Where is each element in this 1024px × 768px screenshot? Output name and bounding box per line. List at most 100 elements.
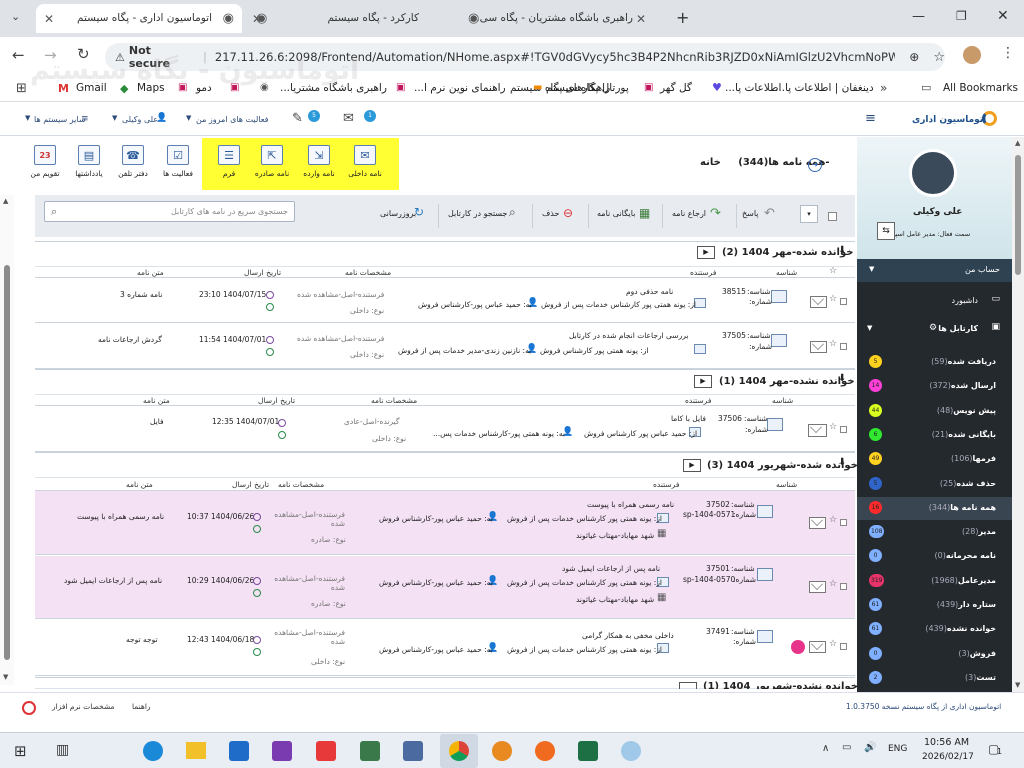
internal-letter-button[interactable]: ✉ نامه داخلی <box>343 145 387 178</box>
play-icon[interactable]: ▶ <box>683 459 701 472</box>
collapse-icon[interactable]: ⬇ <box>838 245 846 256</box>
outgoing-letter-button[interactable]: ⇱ نامه صادره <box>250 145 294 178</box>
kartabl-item[interactable]: نامه محرمانه(0) 0 <box>857 545 1012 568</box>
star-icon[interactable]: ☆ <box>829 579 837 589</box>
row-checkbox[interactable] <box>840 643 847 650</box>
avatar[interactable] <box>909 149 957 197</box>
play-icon[interactable] <box>679 682 697 689</box>
close-window-icon[interactable]: ✕ <box>997 8 1009 24</box>
arrow-circle-icon[interactable]: ➜ <box>808 158 822 172</box>
new-tab-button[interactable]: + <box>676 8 689 27</box>
language-indicator[interactable]: ENG <box>888 744 907 754</box>
firefox-icon[interactable] <box>535 741 555 761</box>
excel-icon[interactable] <box>578 741 598 761</box>
content-scrollbar[interactable]: ▲ ▼ <box>0 195 14 685</box>
letter-subject[interactable]: فایل با کاما <box>671 414 706 423</box>
edge-icon[interactable] <box>143 741 163 761</box>
specs-link[interactable]: مشخصات نرم افزار <box>52 702 115 711</box>
close-icon[interactable]: ✕ <box>44 12 54 26</box>
clock-date[interactable]: 2026/02/17 <box>922 752 974 762</box>
letter-subject[interactable]: داخلی مخفی به همکار گرامی <box>582 631 674 640</box>
more-bookmarks-icon[interactable]: » <box>880 81 887 95</box>
bookmark-portal[interactable]: پورتال پگاه سیستم <box>546 82 629 94</box>
chevron-up-icon[interactable]: ∧ <box>822 743 829 754</box>
letter-subject[interactable]: نامه رسمی همراه با پیوست <box>587 500 674 509</box>
delete-button[interactable]: حذف <box>542 209 559 218</box>
app-icon[interactable] <box>403 741 423 761</box>
row-checkbox[interactable] <box>840 583 847 590</box>
scroll-thumb[interactable] <box>1015 155 1021 275</box>
kartabl-item[interactable]: مدیر(28) 108 <box>857 521 1012 544</box>
row-checkbox[interactable] <box>840 298 847 305</box>
letter-search-icon[interactable] <box>757 568 773 581</box>
letter-subject[interactable]: نامه پس از ارجاعات ایمیل شود <box>562 564 660 573</box>
scroll-down-icon[interactable]: ▼ <box>1015 681 1020 689</box>
zoom-icon[interactable]: ⊕ <box>909 50 919 64</box>
letter-search-icon[interactable] <box>757 505 773 518</box>
volume-icon[interactable]: 🔊 <box>864 742 876 753</box>
kartabl-item[interactable]: ستاره دار(439) 61 <box>857 594 1012 617</box>
back-icon[interactable]: ← <box>12 46 25 64</box>
letter-subject[interactable]: بررسی ارجاعات انجام شده در کارتابل <box>569 331 688 340</box>
star-icon[interactable]: ☆ <box>829 422 837 432</box>
kartabl-item[interactable]: حذف شده(25) 5 <box>857 473 1012 496</box>
incoming-letter-button[interactable]: ⇲ نامه وارده <box>297 145 341 178</box>
play-icon[interactable]: ▶ <box>694 375 712 388</box>
row-checkbox[interactable] <box>840 343 847 350</box>
change-role-icon[interactable]: ⇆ <box>877 222 895 240</box>
dashboard-item[interactable]: داشبورد ▭ <box>857 290 1012 312</box>
tab-karkard[interactable]: ✕ کارکرد - پگاه سیستم ◉ <box>244 4 449 33</box>
restore-icon[interactable]: ❐ <box>956 9 967 23</box>
kartabl-item[interactable]: فروش(3) 0 <box>857 643 1012 666</box>
letter-subject[interactable]: نامه حذفی دوم <box>626 287 673 296</box>
forward-letter-button[interactable]: ارجاع نامه <box>672 209 706 218</box>
letter-search-icon[interactable] <box>767 418 783 431</box>
mail-icon[interactable]: ✉ <box>343 111 354 126</box>
bookmark-novin[interactable]: راهنمای نوین نرم ا... <box>414 82 506 94</box>
network-icon[interactable]: ▭ <box>842 742 851 753</box>
help-link[interactable]: راهنما <box>132 702 151 711</box>
menu-icon[interactable]: ⋮ <box>1001 45 1015 61</box>
clock-time[interactable]: 10:56 AM <box>924 737 969 748</box>
kartabl-item[interactable]: ارسال شده(372) 14 <box>857 375 1012 398</box>
activities-button[interactable]: ☑ فعالیت ها <box>156 145 200 178</box>
bookmark-star-icon[interactable]: ☆ <box>933 50 945 65</box>
apps-icon[interactable]: ⊞ <box>16 81 27 96</box>
paint-icon[interactable] <box>621 741 641 761</box>
kartabl-item[interactable]: بایگانی شده(21) 6 <box>857 424 1012 447</box>
close-icon[interactable]: ✕ <box>636 12 646 26</box>
minimize-icon[interactable]: — <box>912 9 925 24</box>
all-bookmarks[interactable]: All Bookmarks <box>943 82 1018 94</box>
scroll-down-icon[interactable]: ▼ <box>3 673 8 681</box>
user-link[interactable]: علی وکیلی <box>122 115 158 124</box>
scroll-up-icon[interactable]: ▲ <box>3 197 8 205</box>
kartabl-header[interactable]: کارتابل ها ▣ ⚙ ▼ <box>857 318 1012 342</box>
notes-button[interactable]: ▤ یادداشتها <box>67 145 111 178</box>
scroll-thumb[interactable] <box>4 265 10 660</box>
reply-button[interactable]: پاسخ <box>742 209 759 218</box>
windows-start-icon[interactable]: ⊞ <box>14 742 27 760</box>
bookmark-dinghan[interactable]: دینغفان | اطلاعات پا... <box>775 82 874 94</box>
sidebar-scrollbar[interactable]: ▲ ▼ <box>1012 137 1024 692</box>
anydesk-icon[interactable] <box>316 741 336 761</box>
profile-avatar[interactable] <box>963 46 981 64</box>
kartabl-item[interactable]: تست(3) 2 <box>857 667 1012 690</box>
home-link[interactable]: خانه <box>700 157 721 168</box>
select-dropdown[interactable]: ▾ <box>800 205 818 223</box>
tab-list-icon[interactable]: ⌄ <box>11 10 20 23</box>
hamburger-icon[interactable]: ≡ <box>865 111 876 126</box>
scroll-up-icon[interactable]: ▲ <box>1015 139 1020 147</box>
tab-automation[interactable]: ✕ اتوماسیون اداری - پگاه سیستم ◉ <box>36 4 242 33</box>
star-icon[interactable]: ☆ <box>829 294 837 304</box>
search-kartabl-button[interactable]: جستجو در کارتابل <box>448 209 507 218</box>
bookmark-info[interactable]: اطلاعات پا... <box>725 82 781 94</box>
form-button[interactable]: ☰ فرم <box>207 145 251 178</box>
play-icon[interactable]: ▶ <box>697 246 715 259</box>
today-activities-link[interactable]: فعالیت های امروز من <box>196 115 268 124</box>
kartabl-item[interactable]: مدیرعامل(1968) 319 <box>857 570 1012 593</box>
row-checkbox[interactable] <box>840 426 847 433</box>
other-systems-link[interactable]: سایر سیستم ها <box>34 115 86 124</box>
my-account-header[interactable]: حساب من ▼ <box>857 259 1012 282</box>
explorer-icon[interactable] <box>186 742 206 759</box>
phonebook-button[interactable]: ☎ دفتر تلفن <box>111 145 155 178</box>
